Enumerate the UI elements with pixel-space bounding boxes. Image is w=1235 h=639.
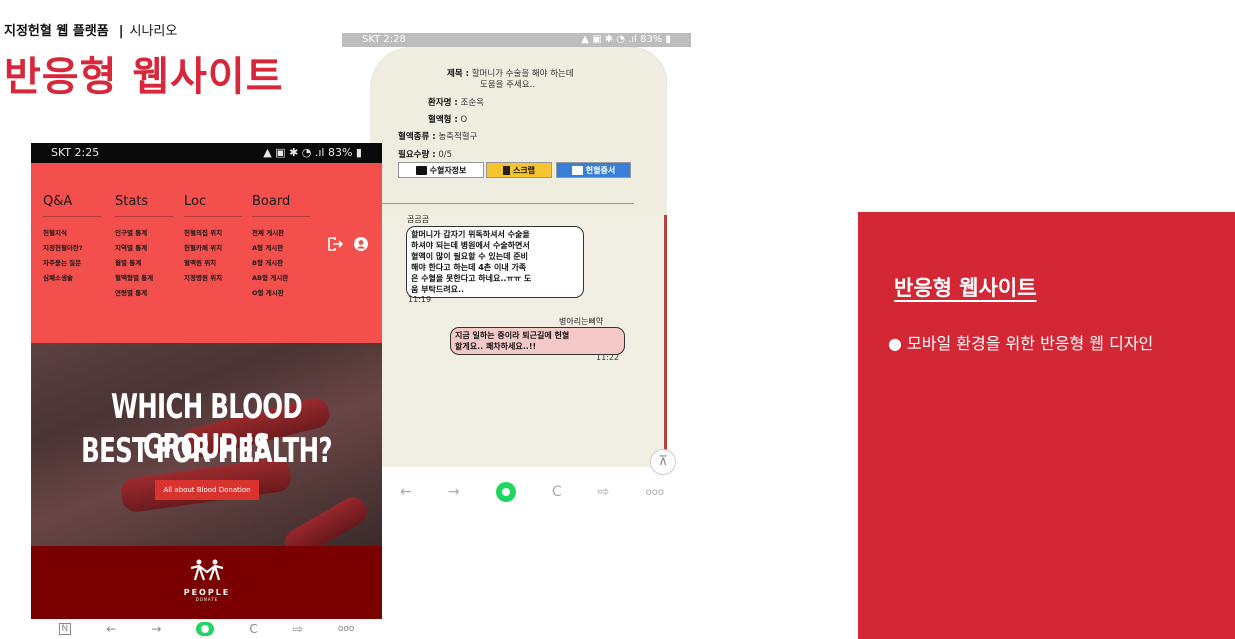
- menu-item[interactable]: 혈액형별 통계: [115, 272, 173, 287]
- n-icon[interactable]: N: [58, 623, 72, 635]
- blood-donation-button[interactable]: All about Blood Donation: [155, 480, 259, 500]
- menu-column-qa: Q&A 헌혈지식 지정헌혈이란? 자주묻는 질문 심폐소생술: [43, 194, 101, 287]
- header-icons: [328, 237, 368, 251]
- hero-banner: WHICH BLOOD GROUP IS BEST FOR HEALTH? Al…: [31, 343, 382, 546]
- menu-item[interactable]: 지정헌혈이란?: [43, 242, 101, 257]
- certificate-icon: [571, 165, 583, 175]
- menu-heading[interactable]: Loc: [184, 194, 242, 216]
- status-time: SKT 2:28: [362, 34, 406, 45]
- slide-header: 지정헌혈 웹 플랫폼 | 시나리오: [4, 20, 177, 39]
- menu-heading[interactable]: Board: [252, 194, 310, 216]
- user-icon[interactable]: [354, 237, 368, 251]
- refresh-icon[interactable]: C: [552, 484, 562, 500]
- mega-menu: Q&A 헌혈지식 지정헌혈이란? 자주묻는 질문 심폐소생술 Stats 인구별…: [31, 163, 382, 343]
- browser-bottom-bar: N ← → C ⇨ ooo: [31, 619, 382, 639]
- blood-type-row: 혈액형 : O: [428, 115, 468, 125]
- slide-title: 반응형 웹사이트: [4, 54, 284, 100]
- menu-item[interactable]: O형 게시판: [252, 287, 310, 302]
- scrap-button[interactable]: 스크랩: [486, 162, 552, 178]
- required-amount-row: 필요수량 : 0/5: [398, 150, 453, 160]
- more-icon[interactable]: ooo: [646, 487, 664, 498]
- back-icon[interactable]: ←: [400, 484, 412, 500]
- comment-author: 병아리는삐약: [559, 317, 604, 326]
- slide-header-sub: 시나리오: [129, 24, 178, 39]
- menu-item[interactable]: 헌혈카페 위치: [184, 242, 242, 257]
- donor-info-button[interactable]: 수혈자정보: [398, 162, 484, 178]
- status-battery: ▲ ▣ ✱ ◔ .ıl 83% ▮: [581, 34, 671, 45]
- menu-item[interactable]: 지역별 통계: [115, 242, 173, 257]
- logout-icon[interactable]: [328, 237, 344, 251]
- comment-bubble: 지금 일하는 중이라 퇴근길에 헌혈 할게요.. 쾌차하세요..!!: [450, 327, 625, 355]
- phone-screenshot-detail: SKT 2:28 ▲ ▣ ✱ ◔ .ıl 83% ▮ 제목 : 할머니가 수술을…: [342, 33, 691, 507]
- menu-rule: [115, 216, 173, 217]
- comment-author: 곰곰곰: [407, 215, 430, 224]
- panel-title: 반응형 웹사이트: [894, 276, 1037, 300]
- panel-bullet: ● 모바일 환경을 위한 반응형 웹 디자인: [888, 334, 1154, 353]
- status-time: SKT 2:25: [51, 146, 100, 159]
- menu-rule: [252, 216, 310, 217]
- blood-tube-image: [280, 492, 372, 546]
- menu-rule: [43, 216, 101, 217]
- phone-screenshot-main: SKT 2:25 ▲ ▣ ✱ ◔ .ıl 83% ▮ Q&A 헌혈지식 지정헌혈…: [31, 143, 382, 639]
- post-title-row-2: 도움을 주세요..: [480, 80, 536, 90]
- people-logo: PEOPLE DONATE: [179, 558, 235, 602]
- blood-kind-row: 혈액종류 : 농축적혈구: [398, 132, 478, 142]
- comment-bubble: 할머니가 갑자기 위독하셔서 수술을 하셔야 되는데 병원에서 수술하면서 혈액…: [406, 226, 584, 298]
- header-separator: |: [118, 24, 124, 39]
- menu-item[interactable]: B형 게시판: [252, 257, 310, 272]
- forward-icon[interactable]: →: [151, 622, 161, 636]
- menu-column-board: Board 전체 게시판 A형 게시판 B형 게시판 AB형 게시판 O형 게시…: [252, 194, 310, 302]
- menu-heading[interactable]: Q&A: [43, 194, 101, 216]
- logo-subtext: DONATE: [195, 597, 219, 602]
- scroll-top-button[interactable]: ⊼: [650, 449, 676, 475]
- menu-item[interactable]: A형 게시판: [252, 242, 310, 257]
- menu-item[interactable]: 연령별 통계: [115, 287, 173, 302]
- menu-item[interactable]: 전체 게시판: [252, 227, 310, 242]
- logo-text: PEOPLE: [183, 588, 231, 597]
- menu-item[interactable]: 월별 통계: [115, 257, 173, 272]
- more-icon[interactable]: ooo: [338, 624, 355, 634]
- slide-header-label: 지정헌혈 웹 플랫폼: [4, 24, 109, 39]
- status-bar: SKT 2:25 ▲ ▣ ✱ ◔ .ıl 83% ▮: [31, 143, 382, 163]
- home-icon[interactable]: [196, 622, 215, 636]
- menu-item[interactable]: 혈액원 위치: [184, 257, 242, 272]
- back-icon[interactable]: ←: [106, 622, 116, 636]
- share-icon[interactable]: ⇨: [598, 484, 610, 500]
- description-panel: 반응형 웹사이트 ● 모바일 환경을 위한 반응형 웹 디자인: [858, 212, 1235, 639]
- refresh-icon[interactable]: C: [249, 622, 257, 636]
- footer: PEOPLE DONATE: [31, 546, 382, 619]
- certificate-button[interactable]: 헌혈증서: [556, 162, 631, 178]
- menu-column-stats: Stats 인구별 통계 지역별 통계 월별 통계 혈액형별 통계 연령별 통계: [115, 194, 173, 302]
- home-icon[interactable]: [495, 482, 516, 502]
- forward-icon[interactable]: →: [448, 484, 460, 500]
- divider: [382, 203, 634, 204]
- menu-item[interactable]: 헌혈의집 위치: [184, 227, 242, 242]
- comment-time: 11:19: [408, 295, 432, 304]
- menu-rule: [184, 216, 242, 217]
- hero-headline-2: BEST FOR HEALTH?: [81, 431, 332, 471]
- menu-item[interactable]: 지정병원 위치: [184, 272, 242, 287]
- people-logo-icon: [190, 559, 224, 581]
- comment-time: 11:22: [596, 353, 620, 362]
- menu-item[interactable]: 헌혈지식: [43, 227, 101, 242]
- menu-item[interactable]: 자주묻는 질문: [43, 257, 101, 272]
- id-card-icon: [415, 165, 427, 175]
- menu-heading[interactable]: Stats: [115, 194, 173, 216]
- bookmark-icon: [502, 165, 510, 175]
- share-icon[interactable]: ⇨: [293, 622, 303, 636]
- menu-item[interactable]: 인구별 통계: [115, 227, 173, 242]
- status-battery: ▲ ▣ ✱ ◔ .ıl 83% ▮: [263, 146, 362, 159]
- menu-column-loc: Loc 헌혈의집 위치 헌혈카페 위치 혈액원 위치 지정병원 위치: [184, 194, 242, 287]
- patient-row: 환자명 : 조순옥: [428, 98, 484, 108]
- menu-item[interactable]: AB형 게시판: [252, 272, 310, 287]
- browser-bottom-bar: ← → C ⇨ ooo: [382, 480, 682, 504]
- status-bar: SKT 2:28 ▲ ▣ ✱ ◔ .ıl 83% ▮: [342, 33, 691, 47]
- menu-item[interactable]: 심폐소생술: [43, 272, 101, 287]
